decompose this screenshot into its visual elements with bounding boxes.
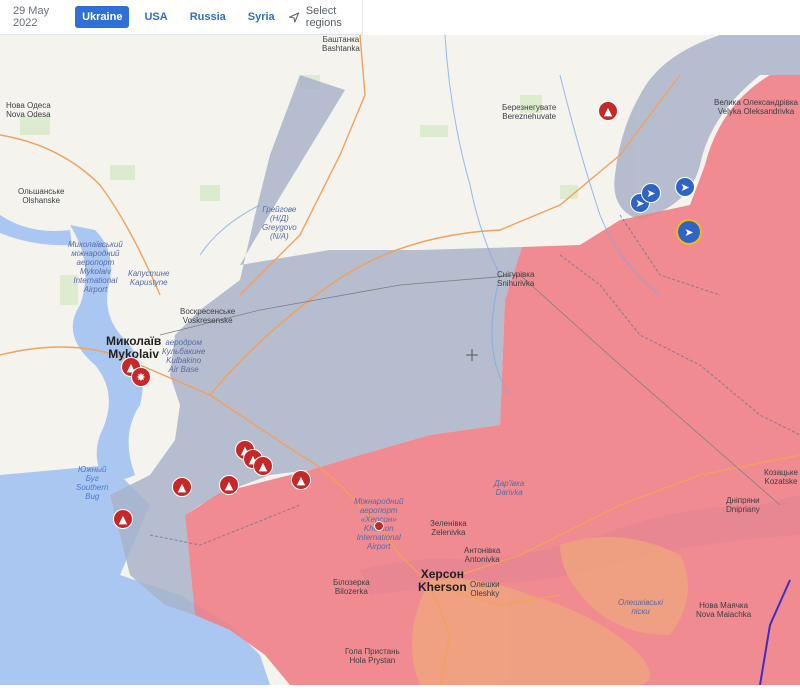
tab-syria[interactable]: Syria bbox=[241, 6, 282, 28]
label-kapustyne: Капустине Kapustyne bbox=[128, 269, 170, 287]
bomb-icon[interactable]: ▲ bbox=[172, 477, 192, 497]
label-kozatske: Козацьке Kozatske bbox=[764, 468, 798, 486]
label-hola-prystan: Гола Пристань Hola Prystan bbox=[345, 647, 400, 665]
navigation-arrow-icon bbox=[288, 11, 299, 23]
label-nova-odesa: Нова Одеса Nova Odesa bbox=[6, 101, 51, 119]
label-velyka-oleksandrivka: Велика Олександрівка Velyka Oleksandrivk… bbox=[714, 98, 798, 116]
label-darivka: Дар'ївка Darivka bbox=[494, 479, 525, 497]
label-olshanske: Ольшанське Olshanske bbox=[18, 187, 65, 205]
rifle-icon[interactable]: ➤ bbox=[641, 183, 661, 203]
map-view[interactable]: Баштанка Bashtanka Нова Одеса Nova Odesa… bbox=[0, 34, 800, 686]
bomb-icon[interactable]: ▲ bbox=[291, 470, 311, 490]
airport-pin-icon[interactable] bbox=[374, 521, 384, 531]
tab-russia[interactable]: Russia bbox=[183, 6, 233, 28]
label-dnipriany: Дніпряни Dnipriany bbox=[726, 496, 760, 514]
rifle-icon[interactable]: ➤ bbox=[676, 219, 702, 245]
label-greygovo: Грейгове (Н/Д) Greygovo (N/A) bbox=[262, 205, 297, 241]
label-bashtanka: Баштанка Bashtanka bbox=[322, 35, 360, 53]
label-antonivka: Антонівка Antonivka bbox=[464, 546, 501, 564]
explosion-icon[interactable]: ✸ bbox=[131, 367, 151, 387]
label-bilozerka: Білозерка Bilozerka bbox=[333, 578, 370, 596]
rifle-icon[interactable]: ➤ bbox=[675, 177, 695, 197]
label-mykolaiv-airport: Миколаївський міжнародний аеропорт Mykol… bbox=[68, 240, 123, 294]
label-bereznehuvate: Березнегувате Bereznehuvate bbox=[502, 103, 557, 121]
label-nova-maiachka: Нова Маячка Nova Maiachka bbox=[696, 601, 752, 619]
label-oleshky-sands: Олешківські піски bbox=[618, 598, 664, 616]
top-bar: 29 May 2022 Ukraine USA Russia Syria Sel… bbox=[0, 0, 363, 35]
label-southern-bug: Южный Буг Southern Bug bbox=[76, 465, 109, 501]
label-zelenivka: Зеленівка Zelenivka bbox=[430, 519, 467, 537]
label-snihurivka: Снігурівка Snihurivka bbox=[497, 270, 535, 288]
tab-ukraine[interactable]: Ukraine bbox=[75, 6, 130, 28]
date-label: 29 May 2022 bbox=[13, 5, 50, 29]
bomb-icon[interactable]: ▲ bbox=[598, 101, 618, 121]
select-regions-label: Select regions bbox=[305, 5, 342, 29]
select-regions-button[interactable]: Select regions bbox=[288, 5, 362, 29]
label-voskresenske: Воскресенське Voskresenske bbox=[180, 307, 236, 325]
label-oleshky: Олешки Oleshky bbox=[470, 580, 500, 598]
bomb-icon[interactable]: ▲ bbox=[253, 456, 273, 476]
label-kherson: Херсон Kherson bbox=[418, 567, 467, 594]
bomb-icon[interactable]: ▲ bbox=[219, 475, 239, 495]
tab-usa[interactable]: USA bbox=[137, 6, 174, 28]
label-kulbakino: аеродром Кульбакине Kulbakino Air Base bbox=[162, 338, 206, 374]
bomb-icon[interactable]: ▲ bbox=[113, 509, 133, 529]
